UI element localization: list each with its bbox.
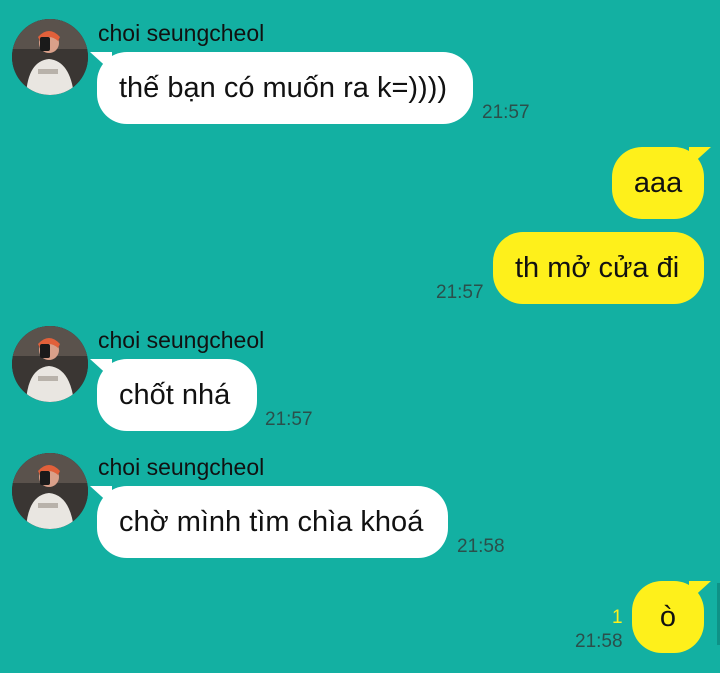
bubble-tail (90, 52, 112, 72)
unread-count: 1 (612, 607, 623, 628)
profile-photo-icon (12, 19, 88, 95)
message-bubble-outgoing[interactable]: th mở cửa đi (493, 232, 704, 304)
profile-photo-icon (12, 326, 88, 402)
bubble-tail (689, 147, 711, 167)
message-timestamp: 21:58 (457, 536, 505, 557)
bubble-tail (90, 359, 112, 379)
sender-name: choi seungcheol (98, 20, 265, 46)
message-timestamp: 21:57 (265, 409, 313, 430)
sender-name: choi seungcheol (98, 327, 265, 353)
message-text: th mở cửa đi (515, 251, 680, 284)
sender-name: choi seungcheol (98, 454, 265, 480)
message-bubble-incoming[interactable]: chốt nhá (90, 359, 257, 431)
message-bubble-outgoing[interactable]: ò (632, 581, 711, 653)
message-bubble-incoming[interactable]: chờ mình tìm chìa khoá (90, 486, 448, 558)
sender-avatar[interactable] (12, 326, 88, 402)
sender-avatar[interactable] (12, 19, 88, 95)
message-text: thế bạn có muốn ra k=)))) (119, 71, 448, 104)
message-text: chờ mình tìm chìa khoá (119, 505, 424, 538)
message-text: aaa (633, 166, 683, 199)
message-text: ò (659, 600, 677, 633)
profile-photo-icon (12, 453, 88, 529)
bubble-tail (90, 486, 112, 506)
message-timestamp: 21:57 (436, 282, 484, 303)
message-timestamp: 21:58 (575, 631, 623, 652)
message-text: chốt nhá (119, 378, 231, 411)
bubble-tail (689, 581, 711, 601)
message-bubble-outgoing[interactable]: aaa (612, 147, 711, 219)
message-bubble-incoming[interactable]: thế bạn có muốn ra k=)))) (90, 52, 473, 124)
sender-avatar[interactable] (12, 453, 88, 529)
message-timestamp: 21:57 (482, 102, 530, 123)
